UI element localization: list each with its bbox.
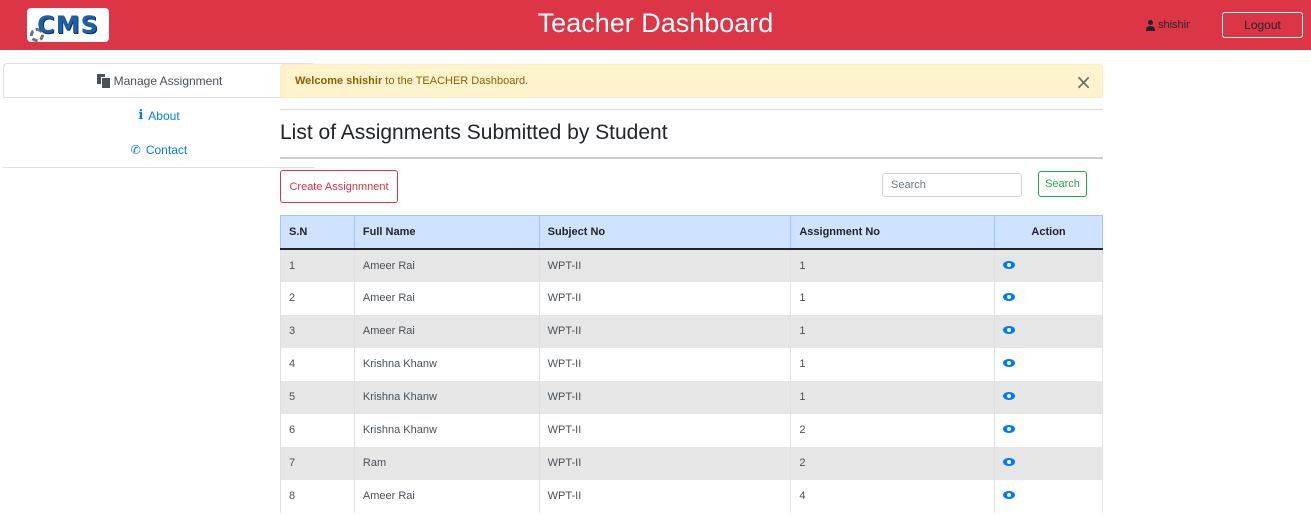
table-row: 7 Ram WPT-II 2	[280, 446, 1103, 480]
files-icon	[96, 74, 110, 88]
cell-assignment-no: 1	[790, 248, 996, 282]
assignments-table: S.N Full Name Subject No Assignment No A…	[280, 215, 1103, 513]
search-button[interactable]: Search	[1038, 171, 1087, 197]
cell-assignment-no: 2	[790, 413, 996, 447]
eye-icon[interactable]	[1003, 491, 1016, 499]
cell-assignment-no: 1	[790, 380, 996, 414]
logout-button[interactable]: Logout	[1222, 12, 1303, 38]
table-row: 5 Krishna Khanw WPT-II 1	[280, 380, 1103, 414]
cell-sn: 4	[280, 347, 355, 381]
username: shishir	[1158, 19, 1190, 31]
divider	[280, 157, 1103, 159]
table-row: 8 Ameer Rai WPT-II 4	[280, 479, 1103, 513]
cell-subject-no: WPT-II	[538, 479, 792, 513]
cell-assignment-no: 1	[790, 281, 996, 315]
sidebar-item-label: About	[148, 108, 180, 123]
search-input[interactable]	[882, 173, 1022, 197]
table-row: 4 Krishna Khanw WPT-II 1	[280, 347, 1103, 381]
sidebar-item-about[interactable]: i About	[3, 98, 315, 133]
sidebar-item-manage-assignment[interactable]: Manage Assignment	[3, 63, 315, 98]
cell-subject-no: WPT-II	[538, 380, 792, 414]
table-row: 3 Ameer Rai WPT-II 1	[280, 314, 1103, 348]
column-header-action: Action	[994, 215, 1103, 250]
cell-sn: 3	[280, 314, 355, 348]
cell-subject-no: WPT-II	[538, 281, 792, 315]
sidebar-item-contact[interactable]: ✆ Contact	[3, 133, 315, 168]
cell-subject-no: WPT-II	[538, 347, 792, 381]
table-row: 2 Ameer Rai WPT-II 1	[280, 281, 1103, 315]
table-header-row: S.N Full Name Subject No Assignment No A…	[280, 215, 1103, 250]
alert-message: to the TEACHER Dashboard.	[385, 75, 529, 87]
cell-sn: 8	[280, 479, 355, 513]
alert-prefix: Welcome	[295, 75, 344, 87]
divider	[280, 109, 1103, 110]
table-row: 6 Krishna Khanw WPT-II 2	[280, 413, 1103, 447]
eye-icon[interactable]	[1003, 458, 1016, 466]
cell-full-name: Krishna Khanw	[353, 380, 540, 414]
cell-sn: 5	[280, 380, 355, 414]
cell-full-name: Ram	[353, 446, 540, 480]
column-header-subject-no: Subject No	[538, 215, 792, 250]
cell-action	[994, 347, 1103, 381]
cell-assignment-no: 1	[790, 314, 996, 348]
cell-assignment-no: 2	[790, 446, 996, 480]
cell-full-name: Krishna Khanw	[353, 413, 540, 447]
cell-full-name: Ameer Rai	[353, 479, 540, 513]
eye-icon[interactable]	[1003, 260, 1016, 269]
close-icon[interactable]: ×	[1075, 65, 1092, 99]
eye-icon[interactable]	[1003, 326, 1016, 334]
cell-sn: 7	[280, 446, 355, 480]
cell-action	[994, 248, 1103, 282]
eye-icon[interactable]	[1003, 425, 1016, 433]
cell-subject-no: WPT-II	[538, 446, 792, 480]
cell-subject-no: WPT-II	[538, 413, 792, 447]
cell-subject-no: WPT-II	[538, 314, 792, 348]
column-header-full-name: Full Name	[353, 215, 540, 250]
eye-icon[interactable]	[1003, 293, 1016, 301]
table-row: 1 Ameer Rai WPT-II 1	[280, 248, 1103, 282]
cell-action	[994, 413, 1103, 447]
cell-action	[994, 446, 1103, 480]
cell-full-name: Ameer Rai	[353, 248, 540, 282]
page-title: List of Assignments Submitted by Student	[280, 121, 668, 144]
cell-sn: 1	[280, 248, 355, 282]
sidebar-item-label: Contact	[145, 143, 188, 157]
cell-full-name: Ameer Rai	[353, 314, 540, 348]
eye-icon[interactable]	[1003, 392, 1016, 400]
alert-username: shishir	[346, 75, 383, 87]
cell-full-name: Ameer Rai	[353, 281, 540, 315]
cell-action	[994, 380, 1103, 414]
create-assignment-button[interactable]: Create Assignmnent	[280, 170, 398, 203]
user-menu[interactable]: shishir	[1146, 17, 1190, 33]
phone-icon: ✆	[130, 143, 141, 157]
cell-sn: 2	[280, 281, 355, 315]
cell-subject-no: WPT-II	[538, 248, 792, 282]
cell-sn: 6	[280, 413, 355, 447]
sidebar-item-label: Manage Assignment	[113, 73, 223, 88]
column-header-sn: S.N	[280, 215, 355, 250]
info-icon: i	[138, 108, 144, 123]
cell-action	[994, 479, 1103, 513]
column-header-assignment-no: Assignment No	[790, 215, 996, 250]
cell-assignment-no: 4	[790, 479, 996, 513]
cell-action	[994, 281, 1103, 315]
cell-assignment-no: 1	[790, 347, 996, 381]
user-icon	[1146, 19, 1155, 31]
eye-icon[interactable]	[1003, 359, 1016, 367]
cell-action	[994, 314, 1103, 348]
welcome-alert: Welcome shishir to the TEACHER Dashboard…	[280, 64, 1103, 98]
page-header-title: Teacher Dashboard	[537, 8, 774, 38]
top-navbar: CMS Teacher Dashboard shishir Logout	[0, 0, 1311, 50]
cell-full-name: Krishna Khanw	[353, 347, 540, 381]
sidebar-nav: Manage Assignment i About ✆ Contact	[3, 63, 315, 168]
